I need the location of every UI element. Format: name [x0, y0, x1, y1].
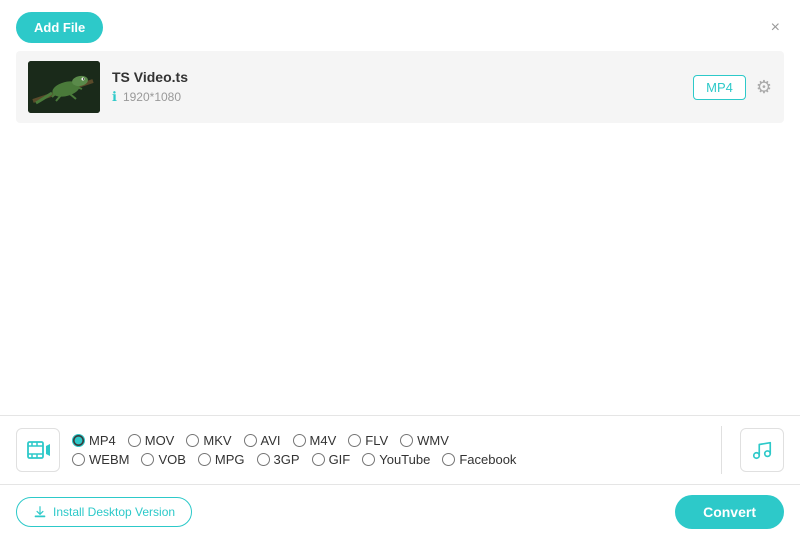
format-label-wmv: WMV — [417, 433, 449, 448]
format-option-flv[interactable]: FLV — [348, 433, 388, 448]
format-option-avi[interactable]: AVI — [244, 433, 281, 448]
format-label-flv: FLV — [365, 433, 388, 448]
format-option-m4v[interactable]: M4V — [293, 433, 337, 448]
format-option-facebook[interactable]: Facebook — [442, 452, 516, 467]
format-label-mp4: MP4 — [89, 433, 116, 448]
format-option-youtube[interactable]: YouTube — [362, 452, 430, 467]
format-label-mov: MOV — [145, 433, 175, 448]
file-meta: ℹ 1920*1080 — [112, 89, 681, 105]
download-icon — [33, 505, 47, 519]
format-label-webm: WEBM — [89, 452, 129, 467]
format-radio-wmv[interactable] — [400, 434, 413, 447]
format-option-gif[interactable]: GIF — [312, 452, 351, 467]
format-radio-mov[interactable] — [128, 434, 141, 447]
format-radio-mpg[interactable] — [198, 453, 211, 466]
file-resolution: 1920*1080 — [123, 90, 181, 104]
settings-icon[interactable]: ⚙ — [756, 77, 772, 98]
format-bar: MP4 MOV MKV AVI M4V — [0, 415, 800, 484]
music-icon — [751, 439, 773, 461]
format-badge-button[interactable]: MP4 — [693, 75, 746, 100]
install-desktop-button[interactable]: Install Desktop Version — [16, 497, 192, 527]
format-radio-mp4[interactable] — [72, 434, 85, 447]
format-option-3gp[interactable]: 3GP — [257, 452, 300, 467]
convert-button[interactable]: Convert — [675, 495, 784, 529]
format-radio-3gp[interactable] — [257, 453, 270, 466]
format-radio-facebook[interactable] — [442, 453, 455, 466]
format-radio-mkv[interactable] — [186, 434, 199, 447]
format-option-mov[interactable]: MOV — [128, 433, 175, 448]
format-separator — [721, 426, 722, 474]
film-icon — [26, 438, 50, 462]
file-info: TS Video.ts ℹ 1920*1080 — [112, 69, 681, 105]
format-radio-flv[interactable] — [348, 434, 361, 447]
format-option-wmv[interactable]: WMV — [400, 433, 449, 448]
file-thumbnail — [28, 61, 100, 113]
format-radio-gif[interactable] — [312, 453, 325, 466]
main-content-area — [0, 131, 800, 415]
format-label-avi: AVI — [261, 433, 281, 448]
file-item: TS Video.ts ℹ 1920*1080 MP4 ⚙ — [16, 51, 784, 123]
format-label-3gp: 3GP — [274, 452, 300, 467]
footer: Install Desktop Version Convert — [0, 484, 800, 539]
video-format-icon-box[interactable] — [16, 428, 60, 472]
install-label: Install Desktop Version — [53, 505, 175, 519]
format-option-vob[interactable]: VOB — [141, 452, 185, 467]
format-label-facebook: Facebook — [459, 452, 516, 467]
format-radio-webm[interactable] — [72, 453, 85, 466]
audio-format-icon-box[interactable] — [740, 428, 784, 472]
format-radio-m4v[interactable] — [293, 434, 306, 447]
format-label-mkv: MKV — [203, 433, 231, 448]
format-label-gif: GIF — [329, 452, 351, 467]
format-radio-vob[interactable] — [141, 453, 154, 466]
header: Add File × — [0, 0, 800, 51]
format-radio-youtube[interactable] — [362, 453, 375, 466]
info-icon: ℹ — [112, 89, 117, 105]
format-row-2: WEBM VOB MPG 3GP GIF — [72, 452, 711, 467]
format-row-1: MP4 MOV MKV AVI M4V — [72, 433, 711, 448]
format-label-mpg: MPG — [215, 452, 245, 467]
file-list: TS Video.ts ℹ 1920*1080 MP4 ⚙ — [0, 51, 800, 123]
file-name: TS Video.ts — [112, 69, 681, 85]
file-actions: MP4 ⚙ — [693, 75, 772, 100]
format-option-webm[interactable]: WEBM — [72, 452, 129, 467]
format-label-vob: VOB — [158, 452, 185, 467]
format-option-mpg[interactable]: MPG — [198, 452, 245, 467]
format-option-mkv[interactable]: MKV — [186, 433, 231, 448]
add-file-button[interactable]: Add File — [16, 12, 103, 43]
format-label-youtube: YouTube — [379, 452, 430, 467]
format-radio-avi[interactable] — [244, 434, 257, 447]
close-button[interactable]: × — [767, 15, 784, 41]
format-label-m4v: M4V — [310, 433, 337, 448]
format-option-mp4[interactable]: MP4 — [72, 433, 116, 448]
format-options: MP4 MOV MKV AVI M4V — [72, 433, 711, 467]
